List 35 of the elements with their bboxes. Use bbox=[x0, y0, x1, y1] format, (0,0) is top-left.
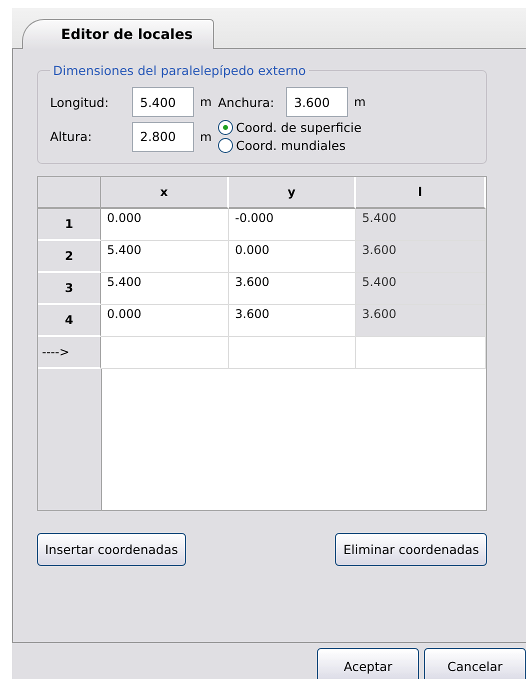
group-title: Dimensiones del paralelepípedo externo bbox=[52, 63, 307, 78]
radio-label[interactable]: Coord. mundiales bbox=[236, 138, 346, 153]
table-cell: 3.600 bbox=[356, 305, 486, 337]
field-label: Altura: bbox=[50, 129, 93, 144]
input-field[interactable]: 3.600 bbox=[286, 87, 348, 117]
radio-button[interactable] bbox=[218, 138, 233, 153]
field-label: Longitud: bbox=[50, 94, 110, 110]
radio-label[interactable]: Coord. de superficie bbox=[236, 120, 362, 135]
row-header[interactable]: 1 bbox=[38, 209, 101, 241]
unit-label: m bbox=[199, 95, 213, 109]
table-cell: 3.600 bbox=[356, 241, 486, 273]
field-label: Anchura: bbox=[218, 94, 276, 110]
row-header[interactable]: 2 bbox=[38, 241, 101, 273]
input-field[interactable]: 5.400 bbox=[132, 87, 194, 117]
row-header[interactable]: 3 bbox=[38, 273, 101, 305]
tab[interactable]: Editor de locales bbox=[22, 19, 214, 49]
table-cell: 5.400 bbox=[101, 273, 229, 305]
action-button[interactable]: Eliminar coordenadas bbox=[335, 533, 487, 566]
table-cell: 5.400 bbox=[356, 209, 486, 241]
table-cell: 5.400 bbox=[356, 273, 486, 305]
column-header[interactable]: y bbox=[229, 177, 356, 209]
table-cell: 5.400 bbox=[101, 241, 229, 273]
dialog-button[interactable]: Aceptar bbox=[317, 648, 419, 679]
unit-label: m bbox=[199, 130, 213, 144]
column-header[interactable]: x bbox=[101, 177, 229, 209]
radio-button[interactable] bbox=[218, 120, 233, 135]
unit-label: m bbox=[353, 95, 367, 109]
column-header[interactable]: l bbox=[356, 177, 486, 209]
dialog-button[interactable]: Cancelar bbox=[424, 648, 526, 679]
table-cell: 0.000 bbox=[101, 209, 229, 241]
row-header[interactable]: ----> bbox=[38, 337, 101, 369]
input-field[interactable]: 2.800 bbox=[132, 122, 194, 152]
table-cell: 0.000 bbox=[101, 305, 229, 337]
row-header[interactable]: 4 bbox=[38, 305, 101, 337]
action-button[interactable]: Insertar coordenadas bbox=[37, 533, 186, 566]
